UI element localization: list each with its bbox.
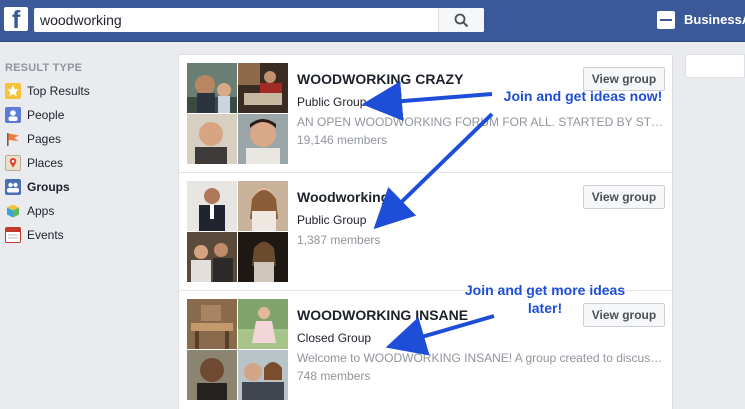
arrow-to-third-group [385,314,495,356]
arrow-to-second-group [373,112,494,230]
annotation-arrows [362,81,495,356]
annotation-join-later: Join and get more ideas later! [464,282,626,316]
annotation-join-now: Join and get ideas now! [503,88,663,104]
arrow-to-first-group [362,81,493,122]
